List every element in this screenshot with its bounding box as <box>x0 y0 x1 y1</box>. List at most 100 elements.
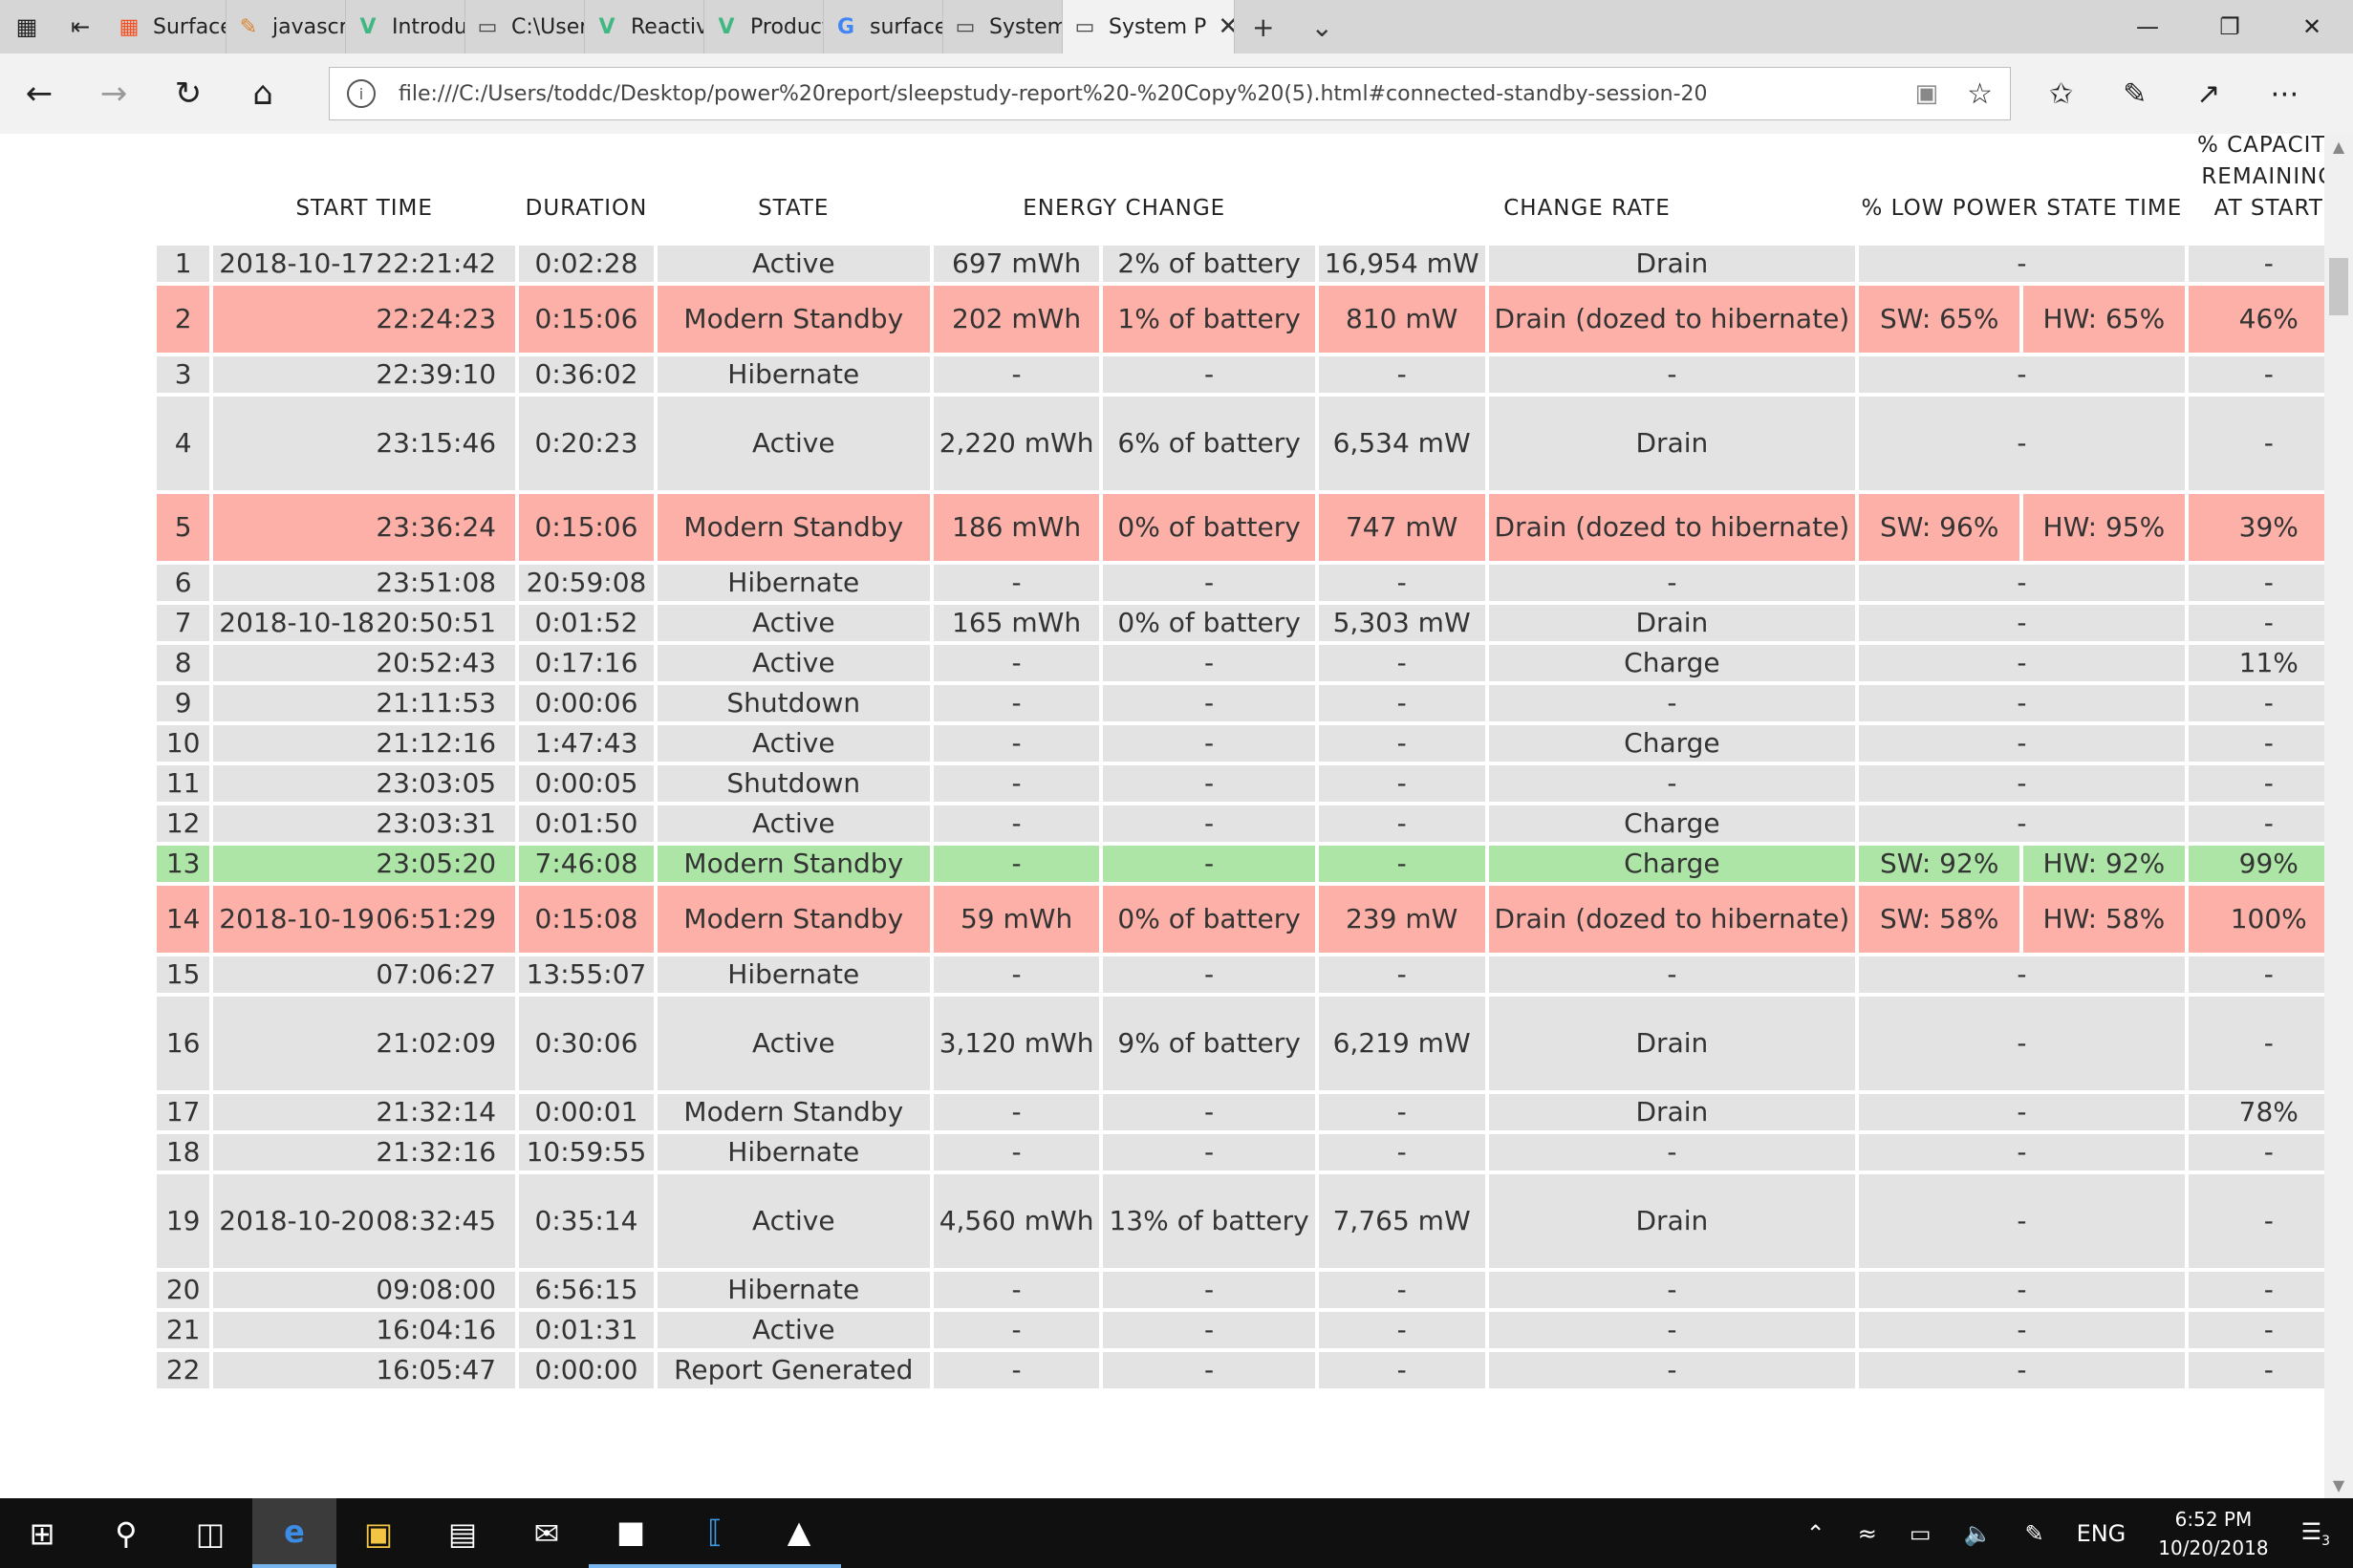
state-cell: Hibernate <box>657 356 930 393</box>
low-power-cell: - <box>1859 956 2185 993</box>
browser-tab[interactable]: ▭ System P ✕ <box>1063 0 1235 54</box>
refresh-button[interactable]: ↻ <box>151 75 226 113</box>
edge-icon[interactable]: e <box>252 1498 336 1568</box>
volume-icon[interactable]: 🔈 <box>1964 1520 1993 1547</box>
start-time-wrap: 16:05:47 <box>219 1352 509 1388</box>
start-time-wrap: 2018-10-17 22:21:42 <box>219 246 509 282</box>
minimize-button[interactable]: — <box>2106 0 2189 54</box>
photos-icon[interactable]: ▲ <box>757 1498 841 1568</box>
header-energy-change: ENERGY CHANGE <box>1023 196 1226 221</box>
scroll-down-arrow-icon[interactable]: ▼ <box>2324 1476 2353 1494</box>
rate-mode-cell: - <box>1488 356 1856 393</box>
site-info-icon[interactable]: i <box>347 79 376 108</box>
store-icon[interactable]: ▤ <box>421 1498 505 1568</box>
rate-mode-cell: Drain <box>1488 1094 1856 1130</box>
energy-cell: - <box>933 1134 1100 1171</box>
browser-tab[interactable]: ✎ javascript - D <box>227 0 346 54</box>
start-time-cell: 07:06:27 <box>213 956 516 993</box>
rate-mode-cell: Charge <box>1488 846 1856 882</box>
favorites-hub-icon[interactable]: ✩ <box>2049 77 2073 111</box>
start-time: 23:15:46 <box>376 427 497 459</box>
state-cell: Hibernate <box>657 1134 930 1171</box>
browser-tab[interactable]: ▦ Surface pro 4 <box>107 0 227 54</box>
more-menu-icon[interactable]: ⋯ <box>2270 77 2299 111</box>
close-tab-icon[interactable]: ✕ <box>1218 12 1234 41</box>
start-time-cell: 23:51:08 <box>213 565 516 601</box>
search-icon[interactable]: ⚲ <box>84 1498 168 1568</box>
reading-view-icon[interactable]: ▣ <box>1915 79 1939 108</box>
vue-icon: V <box>598 14 615 39</box>
pen-workspace-icon[interactable]: ✎ <box>2024 1520 2043 1547</box>
scroll-up-arrow-icon[interactable]: ▲ <box>2324 138 2353 156</box>
start-time: 16:04:16 <box>376 1314 497 1345</box>
start-date: 2018-10-19 <box>219 903 375 934</box>
browser-tab[interactable]: V Reactivity in l <box>585 0 704 54</box>
duration-cell: 10:59:55 <box>519 1134 654 1171</box>
clock[interactable]: 6:52 PM 10/20/2018 <box>2158 1505 2268 1562</box>
scrollbar-thumb[interactable] <box>2329 258 2348 315</box>
browser-tab[interactable]: V Production D <box>704 0 824 54</box>
start-time-wrap: 16:04:16 <box>219 1312 509 1348</box>
start-icon[interactable]: ⊞ <box>0 1498 84 1568</box>
rate-cell: - <box>1318 1312 1485 1348</box>
share-icon[interactable]: ↗ <box>2196 77 2220 111</box>
wifi-icon[interactable]: ≈ <box>1858 1520 1877 1547</box>
tab-list: ▦ Surface pro 4 ✎ javascript - D V Introducti… <box>107 0 1235 54</box>
restore-button[interactable]: ❐ <box>2189 0 2271 54</box>
start-date: 2018-10-18 <box>219 607 375 638</box>
hw-low-power-cell: HW: 92% <box>2023 846 2185 882</box>
row-number: 21 <box>157 1312 210 1348</box>
address-bar[interactable]: i file:///C:/Users/toddc/Desktop/power%2… <box>329 67 2011 120</box>
browser-tab[interactable]: V Introduction <box>346 0 465 54</box>
tab-manager-icon[interactable]: ▦ <box>0 0 54 54</box>
tab-preview-chevron-icon[interactable]: ⌄ <box>1310 11 1332 43</box>
rate-cell: 6,534 mW <box>1318 397 1485 490</box>
rate-cell: 7,765 mW <box>1318 1174 1485 1268</box>
action-center-icon[interactable]: ☰3 <box>2301 1518 2330 1549</box>
tab-title: Surface pro 4 <box>153 14 227 39</box>
row-number: 6 <box>157 565 210 601</box>
start-time-cell: 16:05:47 <box>213 1352 516 1388</box>
set-aside-tabs-icon[interactable]: ⇤ <box>54 0 107 54</box>
start-time: 22:24:23 <box>376 303 497 334</box>
duration-cell: 0:01:50 <box>519 805 654 842</box>
energy-cell: 697 mWh <box>933 246 1100 282</box>
show-hidden-icons-chevron-icon[interactable]: ⌃ <box>1806 1520 1825 1547</box>
vertical-scrollbar[interactable]: ▲ ▼ <box>2324 134 2353 1498</box>
tab-strip: ▦ ⇤ ▦ Surface pro 4 ✎ javascript - D V Introd… <box>0 0 2353 54</box>
language-indicator[interactable]: ENG <box>2077 1520 2126 1547</box>
vscode-icon[interactable]: ⟦ <box>673 1498 757 1568</box>
energy-cell: 3,120 mWh <box>933 997 1100 1090</box>
start-time-wrap: 22:39:10 <box>219 356 509 393</box>
sw-low-power-cell: SW: 65% <box>1859 286 2020 353</box>
browser-tab[interactable]: Gsurface hiber <box>824 0 943 54</box>
terminal-icon[interactable]: ■ <box>589 1498 673 1568</box>
clock-date: 10/20/2018 <box>2158 1536 2269 1559</box>
back-button[interactable]: ← <box>2 75 76 113</box>
battery-percent-cell: 2% of battery <box>1103 246 1315 282</box>
home-button[interactable]: ⌂ <box>226 75 300 113</box>
forward-button[interactable]: → <box>76 75 151 113</box>
close-window-button[interactable]: ✕ <box>2271 0 2353 54</box>
sw-low-power-cell: SW: 92% <box>1859 846 2020 882</box>
mail-icon[interactable]: ✉ <box>505 1498 589 1568</box>
vue-icon: V <box>718 14 735 39</box>
state-cell: Active <box>657 605 930 641</box>
battery-icon[interactable]: ▭ <box>1910 1520 1932 1547</box>
tab-title: System P <box>1109 14 1207 39</box>
browser-tab[interactable]: ▭ System Powe <box>943 0 1063 54</box>
energy-cell: - <box>933 956 1100 993</box>
new-tab-icon[interactable]: + <box>1252 11 1274 43</box>
notes-pen-icon[interactable]: ✎ <box>2123 77 2147 111</box>
header-low-power-state-time: % LOW POWER STATE TIME <box>1861 196 2183 221</box>
url-text[interactable]: file:///C:/Users/toddc/Desktop/power%20r… <box>399 82 1902 106</box>
file-explorer-icon[interactable]: ▣ <box>336 1498 421 1568</box>
battery-percent-cell: 0% of battery <box>1103 494 1315 561</box>
rate-cell: - <box>1318 1094 1485 1130</box>
battery-percent-cell: - <box>1103 765 1315 802</box>
browser-tab[interactable]: ▭ C:\Users\todd <box>465 0 585 54</box>
task-view-icon[interactable]: ◫ <box>168 1498 252 1568</box>
favorite-star-icon[interactable]: ☆ <box>1967 77 1993 111</box>
low-power-cell: - <box>1859 1174 2185 1268</box>
energy-cell: - <box>933 805 1100 842</box>
